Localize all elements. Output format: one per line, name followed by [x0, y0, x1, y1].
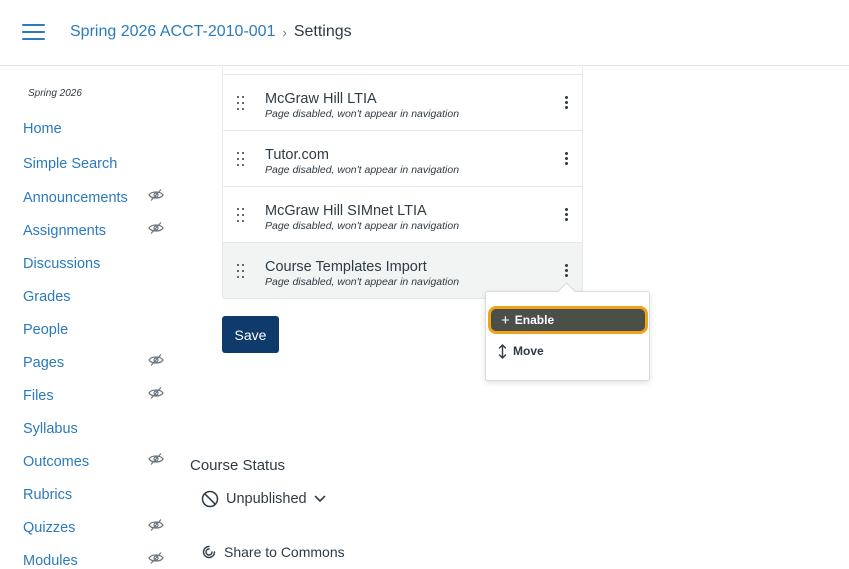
sidebar-item-label: Pages [23, 355, 65, 371]
status-label: Unpublished [226, 491, 307, 507]
chevron-down-icon [314, 495, 325, 503]
sidebar-item-simple-search[interactable]: Simple Search [23, 156, 168, 172]
kebab-menu-icon[interactable] [561, 263, 571, 279]
hamburger-icon[interactable] [22, 24, 45, 40]
kebab-menu-icon[interactable] [561, 207, 571, 223]
move-arrows-icon [498, 343, 507, 359]
sidebar-term: Spring 2026 [28, 88, 82, 99]
sidebar-item-modules[interactable]: Modules [23, 551, 168, 569]
plus-icon: + [501, 311, 510, 329]
navigation-list: McGraw Hill LTIA Page disabled, won't app… [222, 66, 583, 299]
hidden-eye-icon [148, 551, 164, 565]
sidebar-item-label: Rubrics [23, 487, 73, 503]
sidebar-item-syllabus[interactable]: Syllabus [23, 421, 168, 437]
sidebar-item-label: Announcements [23, 190, 128, 206]
hidden-eye-icon [148, 221, 164, 235]
publish-status-dropdown[interactable]: Unpublished [201, 490, 333, 508]
sidebar-item-files[interactable]: Files [23, 386, 168, 404]
row-title: Tutor.com [265, 147, 329, 163]
sidebar-item-rubrics[interactable]: Rubrics [23, 487, 168, 503]
course-sidebar: Spring 2026 Home Simple Search Announcemen… [0, 66, 180, 569]
drag-handle-icon[interactable] [237, 96, 245, 110]
move-label: Move [513, 344, 544, 358]
unpublished-icon [201, 490, 219, 508]
row-status: Page disabled, won't appear in navigatio… [265, 108, 460, 120]
drag-handle-icon[interactable] [237, 264, 245, 278]
row-status: Page disabled, won't appear in navigatio… [265, 276, 460, 288]
hidden-eye-icon [148, 353, 164, 367]
sidebar-item-outcomes[interactable]: Outcomes [23, 452, 168, 470]
sidebar-item-label: People [23, 322, 69, 338]
nav-list-row[interactable]: McGraw Hill LTIA Page disabled, won't app… [223, 75, 582, 131]
sidebar-item-label: Simple Search [23, 156, 118, 172]
sidebar-item-label: Quizzes [23, 520, 76, 536]
enable-menu-item[interactable]: + Enable [488, 306, 648, 334]
sidebar-item-label: Assignments [23, 223, 107, 239]
sidebar-item-discussions[interactable]: Discussions [23, 256, 168, 272]
enable-label: Enable [514, 313, 555, 327]
sidebar-item-label: Files [23, 388, 54, 404]
sidebar-item-label: Discussions [23, 256, 101, 272]
sidebar-item-label: Grades [23, 289, 71, 305]
row-options-menu: + Enable Move [485, 282, 650, 381]
hidden-eye-icon [148, 452, 164, 466]
breadcrumb-course-link[interactable]: Spring 2026 ACCT-2010-001 [70, 23, 275, 41]
share-label: Share to Commons [224, 544, 345, 560]
sidebar-item-label: Syllabus [23, 421, 78, 437]
kebab-menu-icon[interactable] [561, 95, 571, 111]
nav-list-row[interactable]: Tutor.com Page disabled, won't appear in … [223, 131, 582, 187]
sidebar-item-grades[interactable]: Grades [23, 289, 168, 305]
course-status-heading: Course Status [190, 457, 286, 474]
move-menu-item[interactable]: Move [486, 340, 649, 362]
breadcrumb-separator: › [282, 24, 287, 40]
sidebar-item-pages[interactable]: Pages [23, 353, 168, 371]
sidebar-item-label: Modules [23, 553, 78, 569]
commons-icon [202, 545, 216, 559]
drag-handle-icon[interactable] [237, 152, 245, 166]
top-header: Spring 2026 ACCT-2010-001 › Settings [0, 0, 849, 66]
breadcrumb-current: Settings [293, 23, 352, 40]
sidebar-item-label: Outcomes [23, 454, 90, 470]
share-to-commons-button[interactable]: Share to Commons [202, 544, 345, 560]
hidden-eye-icon [148, 188, 164, 202]
sidebar-item-label: Home [23, 121, 62, 137]
hidden-eye-icon [148, 386, 164, 400]
sidebar-item-people[interactable]: People [23, 322, 168, 338]
sidebar-item-announcements[interactable]: Announcements [23, 188, 168, 206]
nav-list-row[interactable]: McGraw Hill SIMnet LTIA Page disabled, wo… [223, 187, 582, 243]
kebab-menu-icon[interactable] [561, 151, 571, 167]
sidebar-item-quizzes[interactable]: Quizzes [23, 518, 168, 536]
breadcrumb: Spring 2026 ACCT-2010-001 › Settings [70, 23, 352, 41]
sidebar-item-assignments[interactable]: Assignments [23, 221, 168, 239]
drag-handle-icon[interactable] [237, 208, 245, 222]
row-status: Page disabled, won't appear in navigatio… [265, 164, 460, 176]
row-title: Course Templates Import [265, 259, 427, 275]
hidden-eye-icon [148, 518, 164, 532]
row-title: McGraw Hill SIMnet LTIA [265, 203, 427, 219]
sidebar-item-home[interactable]: Home [23, 121, 168, 137]
row-title: McGraw Hill LTIA [265, 91, 377, 107]
save-button[interactable]: Save [222, 316, 279, 353]
row-status: Page disabled, won't appear in navigatio… [265, 220, 460, 232]
